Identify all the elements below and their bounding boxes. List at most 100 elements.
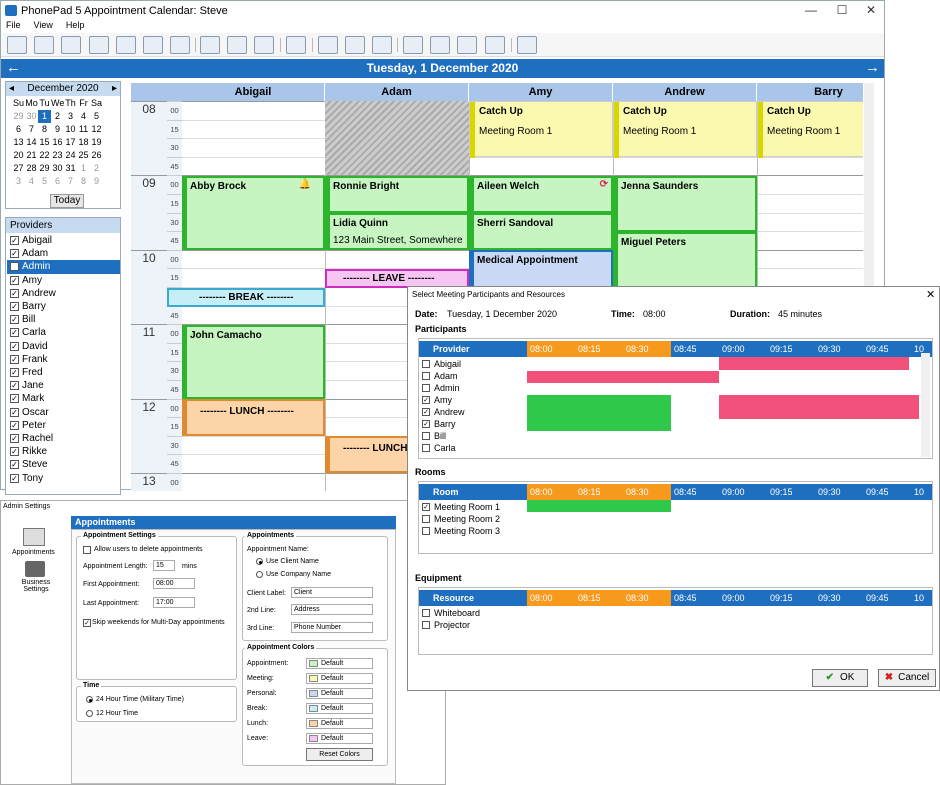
participant-row-checkbox[interactable]: ✓ [422, 396, 430, 404]
provider-checkbox[interactable]: ✓ [10, 275, 19, 285]
client-name-radio[interactable] [256, 558, 263, 565]
gear-icon[interactable] [485, 36, 505, 54]
color-select[interactable]: Default [306, 703, 373, 714]
provider-item[interactable]: ✓ Rikke [7, 445, 120, 458]
participant-row-checkbox[interactable]: ✓ [422, 420, 430, 428]
color-select[interactable]: Default [306, 658, 373, 669]
provider-checkbox[interactable]: ✓ [10, 420, 19, 430]
calendar-day[interactable]: 14 [25, 136, 38, 149]
minimize-icon[interactable]: — [796, 3, 826, 19]
new-appointment-icon[interactable] [7, 36, 27, 54]
allow-delete-checkbox[interactable] [83, 546, 91, 554]
participant-row[interactable]: ✓ Andrew [422, 406, 465, 418]
provider-item[interactable]: ✓ David [7, 340, 120, 353]
provider-item[interactable]: ✓ Frank [7, 353, 120, 366]
provider-checkbox[interactable]: ✓ [10, 381, 19, 391]
calendar-day[interactable]: 10 [64, 123, 77, 136]
remove-icon[interactable] [286, 36, 306, 54]
ok-button[interactable]: ✔ OK [812, 669, 868, 687]
participant-row-checkbox[interactable] [422, 360, 430, 368]
calendar-day[interactable]: 5 [38, 175, 51, 188]
calendar-day[interactable]: 17 [64, 136, 77, 149]
today-button[interactable]: Today [50, 194, 84, 208]
edit-appointment-icon[interactable] [200, 36, 220, 54]
appointment-lidia-quinn[interactable]: Lidia Quinn 123 Main Street, Somewhere [325, 213, 469, 250]
provider-checkbox[interactable]: ✓ [10, 328, 19, 338]
provider-item[interactable]: ✓ Mark [7, 392, 120, 405]
provider-checkbox[interactable] [10, 262, 19, 272]
room-row-checkbox[interactable] [422, 515, 430, 523]
calendar-day[interactable]: 26 [90, 149, 103, 162]
nav-business-settings[interactable]: Business Settings [21, 579, 51, 593]
calendar-day[interactable]: 6 [12, 123, 25, 136]
color-select[interactable]: Default [306, 718, 373, 729]
provider-item[interactable]: ✓ Barry [7, 300, 120, 313]
participant-row-checkbox[interactable] [422, 384, 430, 392]
travel-icon[interactable] [170, 36, 190, 54]
timeline-icon[interactable] [345, 36, 365, 54]
appointment-ronnie-bright[interactable]: Ronnie Bright [325, 176, 469, 213]
calendar-day[interactable]: 30 [25, 110, 38, 123]
room-row-checkbox[interactable] [422, 527, 430, 535]
calendar-day[interactable]: 29 [12, 110, 25, 123]
calendar-day[interactable]: 7 [64, 175, 77, 188]
calendar-day[interactable]: 1 [38, 110, 51, 123]
room-row[interactable]: ✓ Meeting Room 1 [422, 501, 500, 513]
provider-item[interactable]: ✓ Andrew [7, 287, 120, 300]
calendar-day[interactable]: 11 [77, 123, 90, 136]
provider-item[interactable]: Admin [7, 260, 120, 274]
meeting-catchup-barry[interactable]: Catch Up Meeting Room 1 [757, 101, 863, 158]
participant-row[interactable]: Adam [422, 370, 458, 382]
forward-icon[interactable] [372, 36, 392, 54]
calendar-day[interactable]: 27 [12, 162, 25, 175]
calendar-day[interactable]: 4 [77, 110, 90, 123]
provider-checkbox[interactable]: ✓ [10, 315, 19, 325]
provider-item[interactable]: ✓ Steve [7, 458, 120, 471]
calendar-day[interactable]: 2 [90, 162, 103, 175]
participant-row[interactable]: Carla [422, 442, 456, 454]
column-header-barry[interactable]: Barry [757, 83, 863, 101]
participant-row[interactable]: ✓ Barry [422, 418, 456, 430]
calendar-icon[interactable] [254, 36, 274, 54]
report-icon[interactable] [457, 36, 477, 54]
provider-item[interactable]: ✓ Adam [7, 247, 120, 260]
calendar-day[interactable]: 5 [90, 110, 103, 123]
provider-checkbox[interactable]: ✓ [10, 434, 19, 444]
participant-row-checkbox[interactable] [422, 432, 430, 440]
calendar-day[interactable]: 7 [25, 123, 38, 136]
calendar-day[interactable]: 21 [25, 149, 38, 162]
calendar-day[interactable]: 2 [51, 110, 64, 123]
line2-select[interactable]: Address [291, 604, 373, 615]
meeting-catchup-amy[interactable]: Catch Up Meeting Room 1 [469, 101, 613, 158]
calendar-day[interactable]: 4 [25, 175, 38, 188]
client-label-field[interactable]: Client [291, 587, 373, 598]
equipment-row[interactable]: Whiteboard [422, 607, 480, 619]
participant-row-checkbox[interactable] [422, 372, 430, 380]
calendar-day[interactable]: 3 [64, 110, 77, 123]
provider-checkbox[interactable]: ✓ [10, 368, 19, 378]
participant-row-checkbox[interactable] [422, 444, 430, 452]
participants-scrollbar[interactable] [921, 353, 930, 457]
close-icon[interactable]: ✕ [856, 3, 886, 19]
participant-row[interactable]: ✓ Amy [422, 394, 452, 406]
calendar-day[interactable]: 16 [51, 136, 64, 149]
equipment-row[interactable]: Projector [422, 619, 470, 631]
time-12-radio[interactable] [86, 710, 93, 717]
nav-appointments[interactable]: Appointments [12, 549, 55, 556]
provider-checkbox[interactable]: ✓ [10, 460, 19, 470]
cancel-button[interactable]: ✖ Cancel [878, 669, 936, 687]
column-header-andrew[interactable]: Andrew [613, 83, 757, 101]
length-field[interactable]: 15 [153, 560, 175, 571]
calendar-day[interactable]: 30 [51, 162, 64, 175]
provider-item[interactable]: ✓ Carla [7, 326, 120, 339]
calendar-day[interactable]: 23 [51, 149, 64, 162]
menu-view[interactable]: View [34, 20, 53, 30]
equipment-row-checkbox[interactable] [422, 621, 430, 629]
calendar-day[interactable]: 22 [38, 149, 51, 162]
exit-icon[interactable] [517, 36, 537, 54]
participant-row-checkbox[interactable]: ✓ [422, 408, 430, 416]
lunch-block-abigail[interactable]: -------- LUNCH -------- [182, 399, 325, 436]
provider-item[interactable]: ✓ Fred [7, 366, 120, 379]
calendar-day[interactable]: 18 [77, 136, 90, 149]
calendar-day[interactable]: 1 [77, 162, 90, 175]
